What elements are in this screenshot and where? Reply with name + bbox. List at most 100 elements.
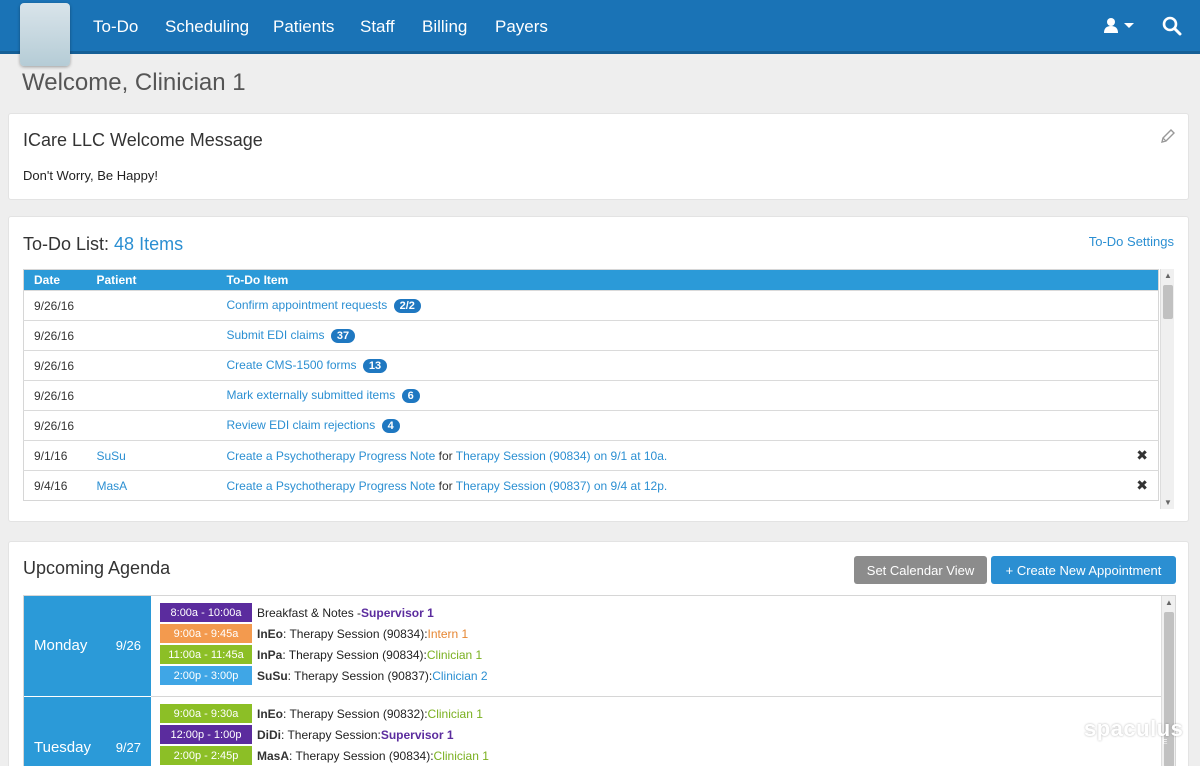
todo-item-link[interactable]: Review EDI claim rejections [227,418,376,432]
table-row: 9/1/16 SuSu Create a Psychotherapy Progr… [23,440,1159,471]
close-icon[interactable]: ✖ [1126,440,1159,471]
appointment-service: : Therapy Session: [281,727,381,742]
appointment-patient[interactable]: MasA [257,749,289,763]
appointment-service: : Therapy Session (90834): [282,647,427,662]
row-patient: SuSu [86,440,217,471]
day-date: 9/26 [115,638,141,653]
count-badge: 37 [330,329,356,343]
row-date: 9/26/16 [23,380,87,411]
create-appointment-button[interactable]: + Create New Appointment [991,556,1176,584]
nav-scheduling[interactable]: Scheduling [165,17,249,37]
nav-staff[interactable]: Staff [360,17,395,37]
appointment[interactable]: 11:00a - 11:45a InPa: Therapy Session (9… [160,645,482,664]
close-icon[interactable]: ✖ [1126,470,1159,501]
todo-item-link[interactable]: Mark externally submitted items [227,388,396,402]
scroll-down-icon[interactable]: ▼ [1161,498,1175,507]
pencil-icon[interactable] [1160,128,1176,144]
appointment-staff[interactable]: Supervisor 1 [361,606,434,620]
appointment-staff[interactable]: Clinician 1 [434,749,489,763]
appointment-time: 12:00p - 1:00p [160,725,252,744]
scroll-thumb[interactable] [1163,285,1173,319]
agenda-title: Upcoming Agenda [23,558,171,578]
appointment-time: 2:00p - 3:00p [160,666,252,685]
search-icon[interactable] [1162,16,1182,41]
appointment[interactable]: 9:00a - 9:30a InEo: Therapy Session (908… [160,704,483,723]
scroll-up-icon[interactable]: ▲ [1161,271,1175,280]
appointment-staff[interactable]: Clinician 1 [427,648,482,662]
todo-settings-link[interactable]: To-Do Settings [1089,234,1174,249]
todo-item-link[interactable]: Confirm appointment requests [227,298,388,312]
patient-link[interactable]: MasA [97,479,128,493]
patient-link[interactable]: SuSu [97,449,126,463]
day-name: Monday [34,637,88,654]
row-patient[interactable] [86,380,217,411]
appointment[interactable]: 2:00p - 3:00p SuSu: Therapy Session (908… [160,666,488,685]
column-header-todo-item[interactable]: To-Do Item [216,269,1127,291]
todo-item-link[interactable]: Submit EDI claims [227,328,325,342]
row-item: Submit EDI claims 37 [216,320,1127,351]
appointment-patient[interactable]: InEo [257,627,283,641]
table-row: 9/4/16 MasA Create a Psychotherapy Progr… [23,470,1159,501]
app-logo[interactable] [20,3,70,66]
appointment-time: 9:00a - 9:45a [160,624,252,643]
appointment-staff[interactable]: Intern 1 [428,627,469,641]
nav-billing[interactable]: Billing [422,17,467,37]
row-date: 9/26/16 [23,410,87,441]
appointment-patient[interactable]: InEo [257,707,283,721]
row-item: Mark externally submitted items 6 [216,380,1127,411]
welcome-message: Don't Worry, Be Happy! [23,168,158,183]
appointment[interactable]: 9:00a - 9:45a InEo: Therapy Session (908… [160,624,468,643]
scroll-up-icon[interactable]: ▲ [1162,598,1176,607]
session-link[interactable]: Therapy Session (90834) on 9/1 at 10a. [456,449,667,463]
appointment-service: : Therapy Session (90834): [283,626,428,641]
agenda-list: Monday 9/26 8:00a - 10:00a Breakfast & N… [23,595,1176,766]
todo-count[interactable]: 48 Items [114,234,183,254]
page-title: Welcome, Clinician 1 [22,69,246,96]
column-header-patient[interactable]: Patient [86,269,217,291]
appointment-staff[interactable]: Supervisor 1 [381,728,454,742]
row-item: Create a Psychotherapy Progress Note for… [216,440,1127,471]
row-date: 9/26/16 [23,320,87,351]
row-actions [1126,290,1159,321]
todo-scrollbar[interactable]: ▲ ▼ [1160,269,1174,509]
count-badge: 6 [401,389,420,403]
row-item: Create CMS-1500 forms 13 [216,350,1127,381]
column-header-date[interactable]: Date [23,269,87,291]
set-calendar-view-button[interactable]: Set Calendar View [854,556,987,584]
table-row: 9/26/16 Confirm appointment requests 2/2 [23,290,1159,321]
day-cell-monday: Monday 9/26 [24,596,151,696]
appointment-service: : Therapy Session (90832): [283,706,428,721]
row-patient[interactable] [86,410,217,441]
row-patient[interactable] [86,350,217,381]
appointment-patient[interactable]: DiDi [257,728,281,742]
todo-item-link[interactable]: Create a Psychotherapy Progress Note [227,479,436,493]
appointment[interactable]: 12:00p - 1:00p DiDi: Therapy Session: Su… [160,725,454,744]
todo-title-label: To-Do List: [23,234,110,254]
appointment-service: : Therapy Session (90834): [289,748,434,763]
todo-item-link[interactable]: Create CMS-1500 forms [227,358,357,372]
appointment-staff[interactable]: Clinician 2 [432,669,487,683]
nav-todo[interactable]: To-Do [93,17,138,37]
appointment-patient[interactable]: InPa [257,648,282,662]
row-patient[interactable] [86,320,217,351]
top-navbar: To-Do Scheduling Patients Staff Billing … [0,0,1200,66]
nav-payers[interactable]: Payers [495,17,548,37]
appointment-patient[interactable]: SuSu [257,669,288,683]
day-cell-tuesday: Tuesday 9/27 [24,697,151,766]
row-patient[interactable] [86,290,217,321]
table-row: 9/26/16 Create CMS-1500 forms 13 [23,350,1159,381]
session-link[interactable]: Therapy Session (90837) on 9/4 at 12p. [456,479,667,493]
appointment[interactable]: 2:00p - 2:45p MasA: Therapy Session (908… [160,746,489,765]
nav-patients[interactable]: Patients [273,17,334,37]
watermark-sub: SOFTWARE [1107,739,1171,746]
row-item: Create a Psychotherapy Progress Note for… [216,470,1127,501]
todo-item-link[interactable]: Create a Psychotherapy Progress Note [227,449,436,463]
user-icon[interactable] [1103,16,1137,41]
row-date: 9/4/16 [23,470,87,501]
todo-panel: To-Do List: 48 Items To-Do Settings Date… [8,216,1189,522]
appointment-time: 8:00a - 10:00a [160,603,252,622]
row-connector: for [438,478,453,493]
appointment-staff[interactable]: Clinician 1 [428,707,483,721]
appointment[interactable]: 8:00a - 10:00a Breakfast & Notes - Super… [160,603,434,622]
row-actions [1126,410,1159,441]
